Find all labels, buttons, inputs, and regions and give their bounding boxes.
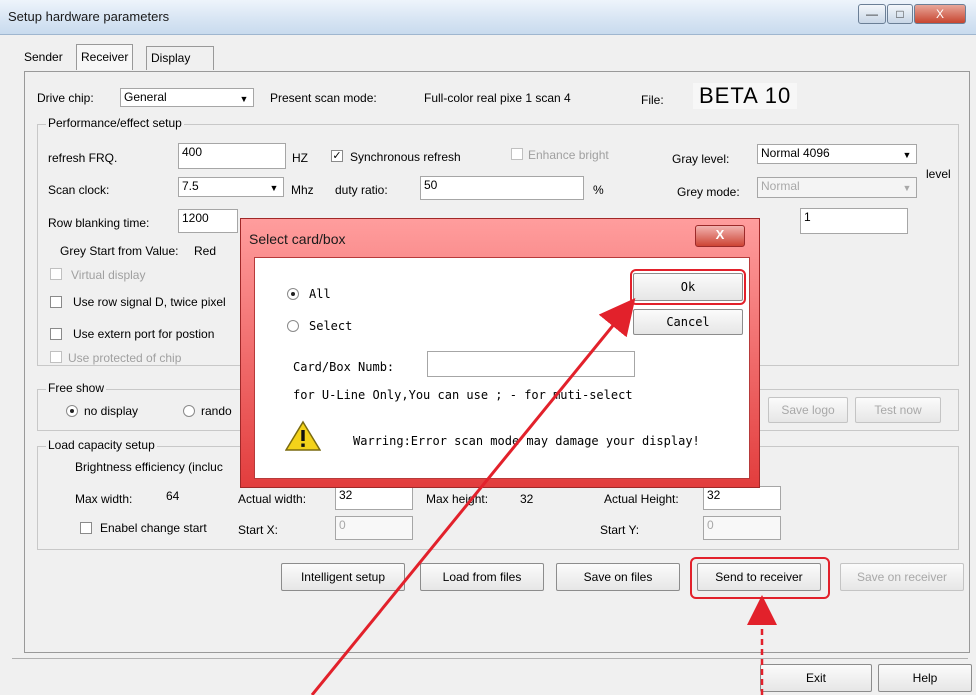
annotation-arrow-ok (310, 298, 636, 695)
annotation-overlay (310, 298, 777, 695)
